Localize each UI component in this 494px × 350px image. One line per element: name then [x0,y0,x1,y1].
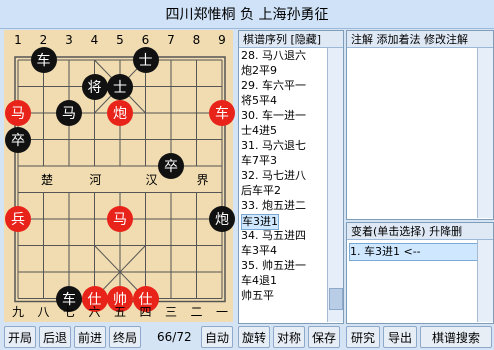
variation-item[interactable]: 1. 车3进1 <-- [349,243,479,261]
move-row[interactable]: 30. 车一进一 [241,109,306,123]
move-list[interactable]: 28. 马八退六 炮2平9 29. 车六平一 将5平4 30. 车一进一 士4进5 3… [239,49,327,321]
file-label: 二 [190,305,203,319]
file-label: 4 [90,33,99,47]
move-list-panel[interactable]: 棋谱序列 [隐藏] 28. 马八退六 炮2平9 29. 车六平一 将5平4 30. … [238,30,344,324]
move-row[interactable]: 士4进5 [241,124,277,138]
game-title: 四川郑惟桐 负 上海孙勇征 [165,7,329,23]
variation-panel[interactable]: 变着(单击选择) 升降删 1. 车3进1 <-- [346,222,494,324]
rotate-button[interactable]: 旋转 [238,326,270,348]
move-row[interactable]: 35. 帅五进一 [241,259,306,273]
bottom-file-labels: 九八七六五四三二一 [4,303,233,319]
river-text: 楚 [40,173,53,188]
move-list-header[interactable]: 棋谱序列 [隐藏] [239,31,343,48]
move-row[interactable]: 后车平2 [241,184,281,198]
move-row[interactable]: 炮2平9 [241,64,277,78]
chess-board[interactable]: 楚河汉界车士将士马马炮车卒卒兵马炮车仕帅仕 [4,30,235,322]
file-label: 9 [218,33,226,47]
export-button[interactable]: 导出 [383,326,417,348]
file-label: 一 [215,305,228,319]
file-label: 6 [141,33,150,47]
move-row[interactable]: 车4退1 [241,274,277,288]
search-button[interactable]: 棋谱搜索 [420,326,492,348]
black-piece[interactable]: 士 [107,73,133,100]
black-piece[interactable]: 炮 [209,206,235,232]
move-row[interactable]: 33. 炮五进二 [241,199,306,213]
move-row[interactable]: 将5平4 [241,94,277,108]
file-label: 三 [164,305,177,319]
end-button[interactable]: 终局 [109,326,141,348]
file-label: 7 [167,33,175,47]
auto-button[interactable]: 自动 [201,326,233,348]
red-piece[interactable]: 兵 [5,206,31,232]
red-piece[interactable]: 马 [107,206,133,232]
file-label: 八 [37,305,50,319]
forward-button[interactable]: 前进 [74,326,106,348]
top-file-labels: 1 2 3 4 5 6 7 8 9 [4,33,233,49]
move-row[interactable]: 帅五平 [241,289,274,303]
notes-scrollbar[interactable] [477,48,493,218]
study-button[interactable]: 研究 [346,326,380,348]
file-label: 五 [113,305,126,319]
file-label: 六 [88,305,101,319]
variation-scrollbar[interactable] [477,240,493,322]
file-label: 七 [62,305,75,319]
move-list-scrollbar[interactable] [327,48,343,322]
file-label: 2 [39,33,48,47]
file-label: 3 [65,33,73,47]
title-bar: 四川郑惟桐 负 上海孙勇征 [0,0,494,29]
move-row[interactable]: 车7平3 [241,154,277,168]
black-piece[interactable]: 将 [81,73,108,100]
move-row[interactable]: 28. 马八退六 [241,49,306,63]
back-button[interactable]: 后退 [39,326,71,348]
black-piece[interactable]: 士 [132,47,159,73]
move-row[interactable]: 29. 车六平一 [241,79,306,93]
save-button[interactable]: 保存 [308,326,340,348]
black-piece[interactable]: 车 [30,47,57,73]
file-label: 1 [14,33,22,47]
black-piece[interactable]: 卒 [158,153,184,179]
file-label: 5 [116,33,124,47]
move-row[interactable]: 32. 马七进八 [241,169,306,183]
red-piece[interactable]: 马 [5,100,31,126]
compare-button[interactable]: 对称 [273,326,305,348]
file-label: 九 [11,305,24,319]
move-row[interactable]: 车3进1 [241,214,279,230]
scroll-thumb[interactable] [329,288,343,310]
notes-panel[interactable]: 注解 添加着法 修改注解 [346,30,494,220]
red-piece[interactable]: 炮 [107,100,133,126]
file-label: 四 [139,305,152,319]
move-row[interactable]: 31. 马六退七 [241,139,306,153]
river-text: 汉 [145,173,158,188]
black-piece[interactable]: 卒 [5,126,31,153]
move-row[interactable]: 34. 马五进四 [241,229,306,243]
red-piece[interactable]: 车 [209,100,235,126]
move-row[interactable]: 车3平4 [241,244,277,258]
variation-header[interactable]: 变着(单击选择) 升降删 [347,223,493,240]
move-counter: 66/72 [157,330,192,344]
file-label: 8 [192,33,201,47]
river-text: 界 [196,173,209,188]
notes-header[interactable]: 注解 添加着法 修改注解 [347,31,493,48]
black-piece[interactable]: 马 [56,100,82,126]
river-text: 河 [89,173,102,188]
start-button[interactable]: 开局 [4,326,36,348]
